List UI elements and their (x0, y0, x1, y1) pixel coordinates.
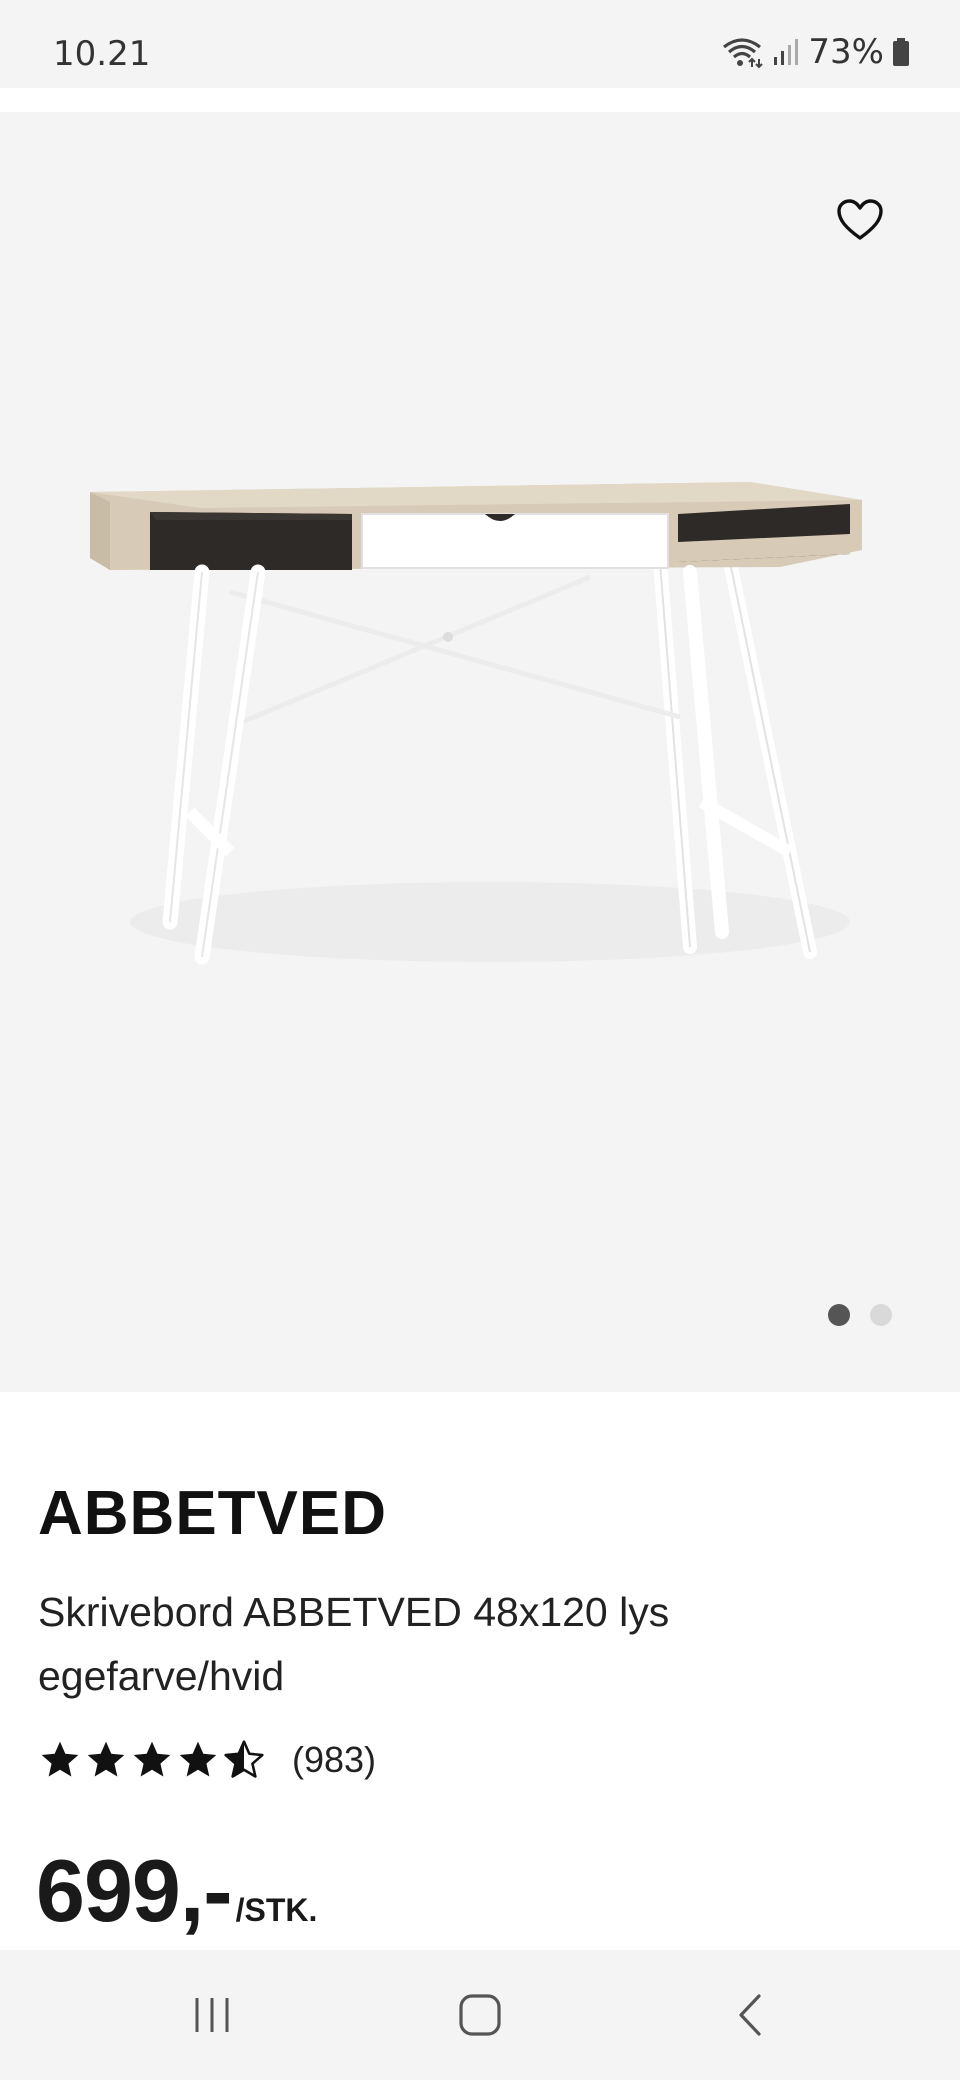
pager-dot-1[interactable] (828, 1304, 850, 1326)
favorite-button[interactable] (832, 192, 888, 248)
recents-button[interactable] (172, 1980, 252, 2050)
status-time: 10.21 (53, 34, 151, 74)
battery-icon (893, 38, 909, 66)
divider-strip (0, 88, 960, 112)
product-image-desk (90, 482, 862, 965)
product-image-carousel[interactable] (0, 112, 960, 1392)
star-filled-icon (133, 1741, 171, 1777)
product-price: 699,- (36, 1841, 233, 1940)
star-filled-icon (41, 1741, 79, 1777)
status-bar: 10.21 73% (0, 0, 960, 88)
price-row: 699,- /STK. (36, 1840, 317, 1942)
back-button[interactable] (710, 1980, 790, 2050)
wifi-icon (723, 38, 764, 69)
status-icons: 73% (720, 32, 910, 72)
heart-outline-icon (837, 199, 883, 240)
rating-stars (38, 1738, 266, 1782)
product-title: ABBETVED (38, 1479, 388, 1548)
home-icon (459, 1994, 501, 2036)
system-nav-bar (0, 1950, 960, 2080)
recents-icon (195, 1998, 229, 2032)
battery-percentage: 73% (808, 32, 884, 72)
image-pager-dots (828, 1304, 892, 1326)
signal-icon (774, 39, 799, 65)
home-button[interactable] (440, 1980, 520, 2050)
star-filled-icon (87, 1741, 125, 1777)
pager-dot-2[interactable] (870, 1304, 892, 1326)
rating-count: (983) (292, 1739, 377, 1780)
star-filled-icon (179, 1741, 217, 1777)
product-rating[interactable]: (983) (38, 1738, 376, 1782)
star-half-icon (224, 1740, 264, 1778)
back-icon (739, 1994, 761, 2036)
price-unit: /STK. (235, 1892, 318, 1928)
product-description: Skrivebord ABBETVED 48x120 lys egefarve/… (38, 1589, 670, 1699)
